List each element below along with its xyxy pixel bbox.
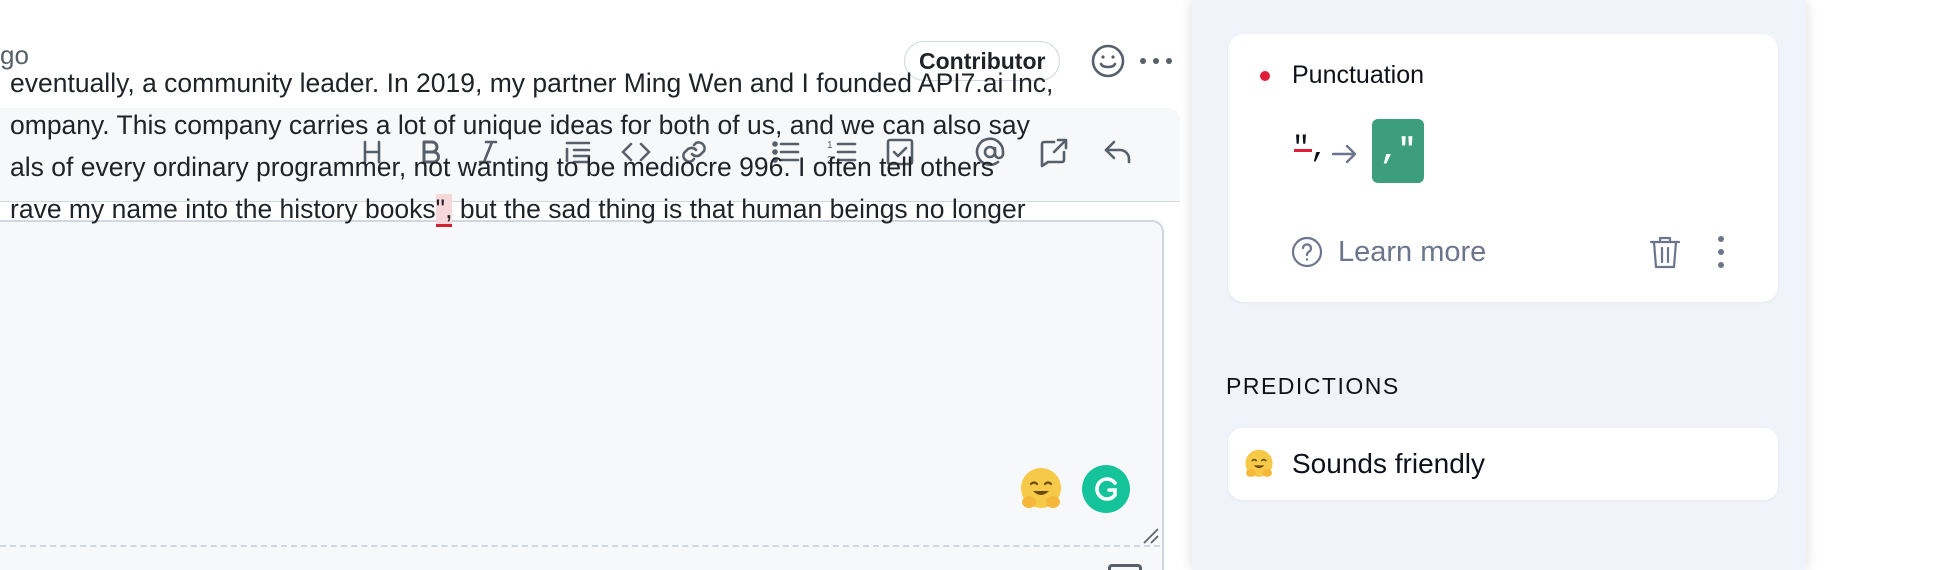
- text-line: eventually, a community leader. In 2019,…: [10, 68, 1054, 98]
- punctuation-error-highlight[interactable]: ",: [435, 194, 453, 227]
- accept-suggestion-button[interactable]: ,": [1372, 119, 1424, 183]
- help-circle-icon: [1291, 236, 1323, 268]
- learn-more-link[interactable]: Learn more: [1290, 234, 1486, 270]
- grammarly-logo-icon[interactable]: [1082, 465, 1130, 513]
- prediction-card[interactable]: Sounds friendly: [1228, 428, 1778, 500]
- learn-more-label: Learn more: [1338, 235, 1487, 268]
- arrow-right-icon: [1328, 138, 1360, 170]
- suggestion-card[interactable]: Punctuation ", ," Learn more: [1228, 34, 1778, 302]
- hugging-face-emoji-icon: [1242, 447, 1276, 481]
- markdown-icon[interactable]: [1108, 564, 1142, 570]
- text-line: ompany. This company carries a lot of un…: [10, 110, 1030, 140]
- hugging-face-emoji-icon[interactable]: [1016, 464, 1066, 514]
- text-segment: but the sad thing is that human beings n…: [452, 194, 1026, 224]
- text-line: als of every ordinary programmer, not wa…: [10, 152, 994, 182]
- trash-icon[interactable]: [1648, 234, 1682, 270]
- assistant-panel: Punctuation ", ," Learn more PREDICTIONS: [1192, 0, 1806, 570]
- strikethrough-mark: [1294, 149, 1312, 152]
- predictions-heading: PREDICTIONS: [1226, 373, 1400, 399]
- suggestion-category: Punctuation: [1292, 61, 1425, 89]
- category-dot: [1260, 71, 1270, 81]
- text-line: rave my name into the history books", bu…: [10, 188, 1210, 230]
- comment-text[interactable]: eventually, a community leader. In 2019,…: [10, 62, 1210, 230]
- divider: [0, 545, 1160, 547]
- prediction-label: Sounds friendly: [1292, 448, 1486, 479]
- more-vertical-icon[interactable]: [1716, 234, 1726, 270]
- comment-textarea[interactable]: [0, 220, 1164, 570]
- text-segment: rave my name into the history books: [10, 194, 436, 224]
- resize-handle-icon[interactable]: [1142, 527, 1160, 545]
